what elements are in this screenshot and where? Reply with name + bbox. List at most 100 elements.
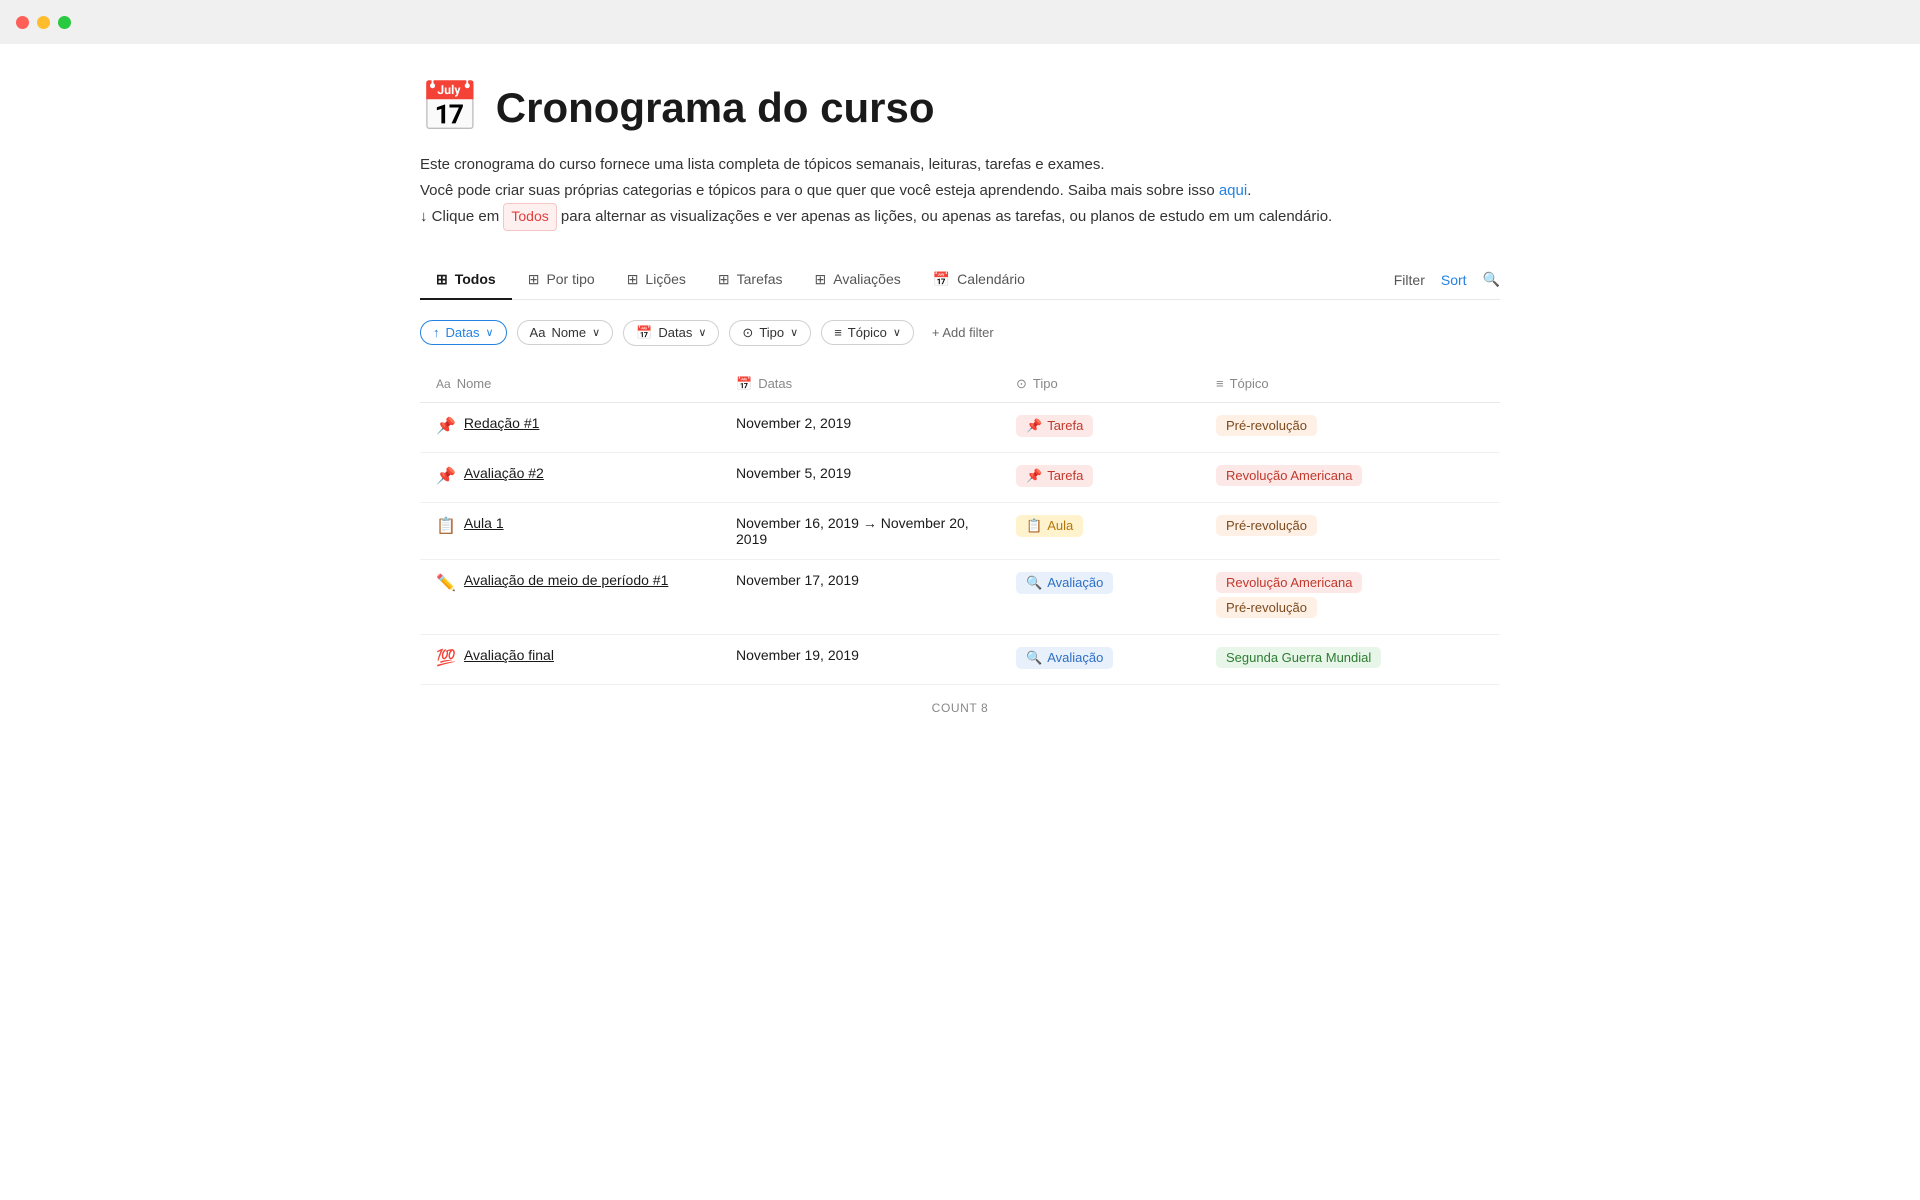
row3-topic[interactable]: Pré-revolução bbox=[1216, 515, 1317, 536]
cell-nome: ✏️ Avaliação de meio de período #1 bbox=[420, 559, 720, 634]
tipo-filter-label: Tipo bbox=[759, 325, 784, 340]
tab-tarefas-icon: ⊞ bbox=[718, 271, 730, 288]
tab-avaliacoes[interactable]: ⊞ Avaliações bbox=[799, 261, 917, 300]
tab-por-tipo[interactable]: ⊞ Por tipo bbox=[512, 261, 611, 300]
page-title: Cronograma do curso bbox=[496, 84, 935, 132]
datas-sort-filter[interactable]: ↑ Datas ∨ bbox=[420, 320, 507, 345]
cell-nome: 📌 Redação #1 bbox=[420, 402, 720, 452]
tab-licoes[interactable]: ⊞ Lições bbox=[611, 261, 702, 300]
datas-filter[interactable]: 📅 Datas ∨ bbox=[623, 320, 719, 346]
aqui-link[interactable]: aqui bbox=[1219, 182, 1247, 199]
row3-type-badge[interactable]: 📋 Aula bbox=[1016, 515, 1083, 537]
desc-line3: ↓ Clique em Todos para alternar as visua… bbox=[420, 203, 1500, 231]
col-tipo-label: Tipo bbox=[1033, 376, 1058, 391]
search-button[interactable]: 🔍 bbox=[1483, 271, 1500, 288]
maximize-button[interactable] bbox=[58, 16, 71, 29]
cell-nome: 📌 Avaliação #2 bbox=[420, 452, 720, 502]
row1-name[interactable]: Redação #1 bbox=[464, 415, 540, 431]
tab-por-tipo-icon: ⊞ bbox=[528, 271, 540, 288]
tab-todos-icon: ⊞ bbox=[436, 271, 448, 288]
cell-datas: November 16, 2019 → November 20, 2019 bbox=[720, 502, 1000, 559]
row1-type-icon: 📌 bbox=[1026, 418, 1042, 434]
row4-icon: ✏️ bbox=[436, 573, 456, 593]
row2-topic[interactable]: Revolução Americana bbox=[1216, 465, 1362, 486]
filter-button[interactable]: Filter bbox=[1394, 272, 1425, 288]
table-row: 💯 Avaliação final November 19, 2019 🔍 Av… bbox=[420, 634, 1500, 684]
row4-name[interactable]: Avaliação de meio de período #1 bbox=[464, 572, 668, 588]
tipo-filter-chevron: ∨ bbox=[790, 326, 798, 339]
cell-topico: Revolução Americana Pré-revolução bbox=[1200, 559, 1500, 634]
datas-sort-icon: ↑ bbox=[433, 325, 440, 340]
topico-filter-chevron: ∨ bbox=[893, 326, 901, 339]
sort-button[interactable]: Sort bbox=[1441, 272, 1467, 288]
tabs-left: ⊞ Todos ⊞ Por tipo ⊞ Lições ⊞ Tarefas ⊞ … bbox=[420, 261, 1394, 299]
row5-icon: 💯 bbox=[436, 648, 456, 668]
tab-todos-label: Todos bbox=[455, 271, 496, 287]
cell-tipo: 🔍 Avaliação bbox=[1000, 634, 1200, 684]
minimize-button[interactable] bbox=[37, 16, 50, 29]
row4-topic1[interactable]: Revolução Americana bbox=[1216, 572, 1362, 593]
tab-por-tipo-label: Por tipo bbox=[546, 271, 594, 287]
col-nome: Aa Nome bbox=[420, 366, 720, 403]
main-content: 📅 Cronograma do curso Este cronograma do… bbox=[360, 44, 1560, 783]
table-row: 📌 Redação #1 November 2, 2019 📌 Tarefa P… bbox=[420, 402, 1500, 452]
row3-type-icon: 📋 bbox=[1026, 518, 1042, 534]
row1-topic[interactable]: Pré-revolução bbox=[1216, 415, 1317, 436]
col-datas-label: Datas bbox=[758, 376, 792, 391]
cell-datas: November 17, 2019 bbox=[720, 559, 1000, 634]
tabs-right: Filter Sort 🔍 bbox=[1394, 271, 1500, 288]
col-tipo-icon: ⊙ bbox=[1016, 376, 1027, 392]
nome-filter[interactable]: Aa Nome ∨ bbox=[517, 320, 614, 345]
row2-type-badge[interactable]: 📌 Tarefa bbox=[1016, 465, 1093, 487]
row2-name[interactable]: Avaliação #2 bbox=[464, 465, 544, 481]
row1-type-label: Tarefa bbox=[1047, 418, 1083, 433]
topico-filter[interactable]: ≡ Tópico ∨ bbox=[821, 320, 914, 345]
tipo-filter[interactable]: ⊙ Tipo ∨ bbox=[729, 320, 811, 346]
row4-type-label: Avaliação bbox=[1047, 575, 1103, 590]
row5-name[interactable]: Avaliação final bbox=[464, 647, 554, 663]
datas-filter-icon: 📅 bbox=[636, 325, 652, 341]
row3-name[interactable]: Aula 1 bbox=[464, 515, 504, 531]
table-row: 📌 Avaliação #2 November 5, 2019 📌 Tarefa… bbox=[420, 452, 1500, 502]
row5-type-label: Avaliação bbox=[1047, 650, 1103, 665]
tipo-filter-icon: ⊙ bbox=[742, 325, 753, 341]
tab-calendario-label: Calendário bbox=[957, 271, 1025, 287]
row5-topic[interactable]: Segunda Guerra Mundial bbox=[1216, 647, 1381, 668]
col-nome-icon: Aa bbox=[436, 377, 451, 391]
row2-icon: 📌 bbox=[436, 466, 456, 486]
col-nome-label: Nome bbox=[457, 376, 492, 391]
row4-type-badge[interactable]: 🔍 Avaliação bbox=[1016, 572, 1113, 594]
col-topico-icon: ≡ bbox=[1216, 376, 1224, 391]
cell-datas: November 2, 2019 bbox=[720, 402, 1000, 452]
cell-topico: Segunda Guerra Mundial bbox=[1200, 634, 1500, 684]
nome-filter-icon: Aa bbox=[530, 325, 546, 340]
col-datas-icon: 📅 bbox=[736, 376, 752, 392]
row2-type-label: Tarefa bbox=[1047, 468, 1083, 483]
row1-icon: 📌 bbox=[436, 416, 456, 436]
table-row: ✏️ Avaliação de meio de período #1 Novem… bbox=[420, 559, 1500, 634]
row2-type-icon: 📌 bbox=[1026, 468, 1042, 484]
row1-type-badge[interactable]: 📌 Tarefa bbox=[1016, 415, 1093, 437]
add-filter-button[interactable]: + Add filter bbox=[924, 321, 1002, 344]
filter-row: ↑ Datas ∨ Aa Nome ∨ 📅 Datas ∨ ⊙ Tipo ∨ ≡… bbox=[420, 320, 1500, 346]
row3-icon: 📋 bbox=[436, 516, 456, 536]
tab-todos[interactable]: ⊞ Todos bbox=[420, 261, 512, 300]
titlebar bbox=[0, 0, 1920, 44]
tab-calendario[interactable]: 📅 Calendário bbox=[917, 261, 1041, 300]
close-button[interactable] bbox=[16, 16, 29, 29]
col-tipo: ⊙ Tipo bbox=[1000, 366, 1200, 403]
cell-datas: November 19, 2019 bbox=[720, 634, 1000, 684]
tabs-bar: ⊞ Todos ⊞ Por tipo ⊞ Lições ⊞ Tarefas ⊞ … bbox=[420, 261, 1500, 300]
row5-type-badge[interactable]: 🔍 Avaliação bbox=[1016, 647, 1113, 669]
count-label: COUNT 8 bbox=[932, 701, 989, 715]
nome-filter-label: Nome bbox=[551, 325, 586, 340]
datas-sort-label: Datas bbox=[446, 325, 480, 340]
desc-line1: Este cronograma do curso fornece uma lis… bbox=[420, 152, 1500, 178]
table-body: 📌 Redação #1 November 2, 2019 📌 Tarefa P… bbox=[420, 402, 1500, 684]
todos-badge[interactable]: Todos bbox=[503, 203, 556, 231]
data-table: Aa Nome 📅 Datas ⊙ Tipo bbox=[420, 366, 1500, 685]
col-topico: ≡ Tópico bbox=[1200, 366, 1500, 403]
table-header: Aa Nome 📅 Datas ⊙ Tipo bbox=[420, 366, 1500, 403]
tab-tarefas[interactable]: ⊞ Tarefas bbox=[702, 261, 799, 300]
row4-topic2[interactable]: Pré-revolução bbox=[1216, 597, 1317, 618]
